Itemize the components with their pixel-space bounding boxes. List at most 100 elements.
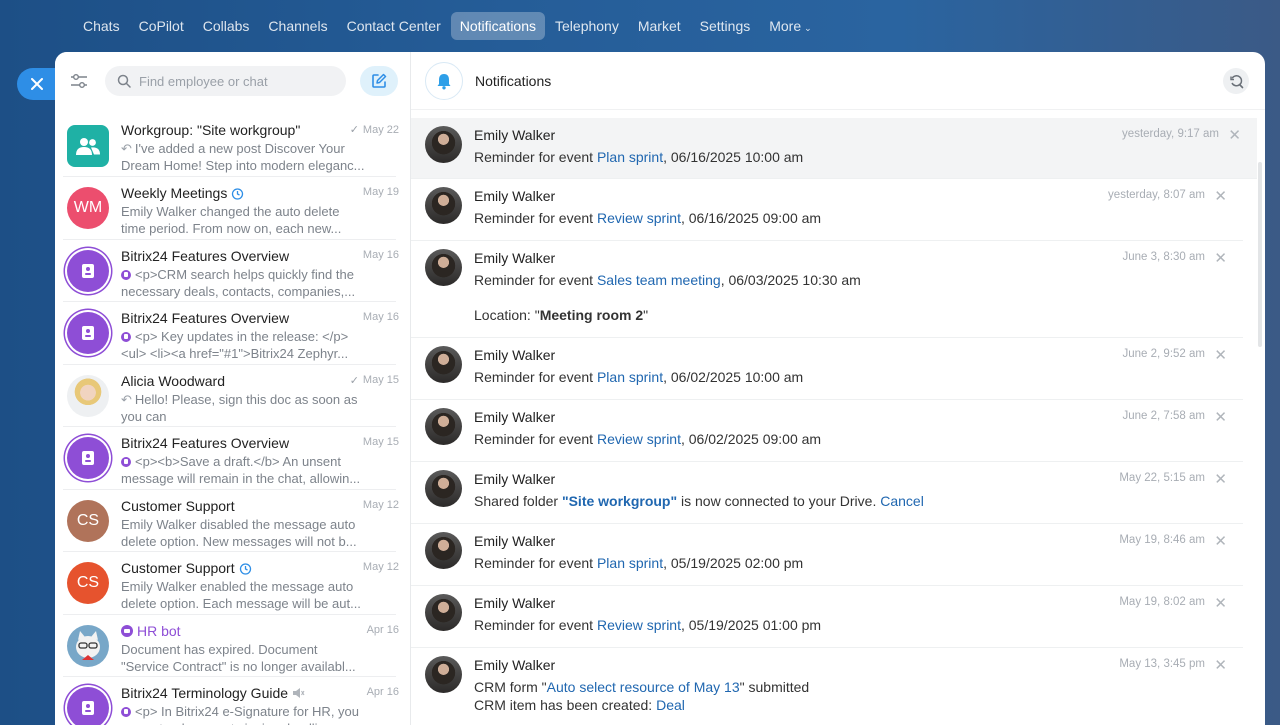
chat-date: May 12 <box>362 561 399 573</box>
chat-preview: <p><b>Save a draft.</b> An unsent messag… <box>121 454 361 486</box>
chat-preview: ↶ I've added a new post Discover Your Dre… <box>121 141 365 173</box>
dismiss-icon[interactable]: ✕ <box>1214 408 1227 426</box>
notification-item[interactable]: Emily Walker CRM form "Auto select resou… <box>411 648 1243 718</box>
event-link[interactable]: Sales team meeting <box>597 272 721 288</box>
notification-item[interactable]: Emily Walker Reminder for event Plan spr… <box>411 524 1243 586</box>
nav-collabs[interactable]: Collabs <box>194 12 259 40</box>
chat-title: Bitrix24 Features Overview <box>121 247 290 264</box>
crm-form-link[interactable]: Auto select resource of May 13 <box>547 679 740 695</box>
notification-time: May 13, 3:45 pm <box>1119 658 1205 670</box>
new-chat-button[interactable] <box>360 66 398 96</box>
chat-date: May 16 <box>362 311 399 323</box>
search-input[interactable] <box>139 73 339 89</box>
messenger-window: Workgroup: "Site workgroup" ✓May 22 ↶I'v… <box>55 52 1265 725</box>
avatar: WM <box>67 187 109 229</box>
chat-preview: <p> Key updates in the release: </p> <ul… <box>121 329 349 361</box>
event-link[interactable]: Review sprint <box>597 431 681 447</box>
chat-item[interactable]: Workgroup: "Site workgroup" ✓ May 22 ↶ I'v… <box>55 110 410 177</box>
chat-item[interactable]: Bitrix24 Features Overview May 16 <p>CRM… <box>55 240 410 303</box>
notification-text: CRM form "Auto select resource of May 13… <box>474 679 810 695</box>
event-link[interactable]: Plan sprint <box>597 149 663 165</box>
user-avatar <box>425 346 462 383</box>
nav-copilot[interactable]: CoPilot <box>130 12 193 40</box>
search-box[interactable] <box>105 66 346 96</box>
scrollbar[interactable] <box>1258 162 1262 347</box>
bell-icon <box>437 73 451 89</box>
nav-market[interactable]: Market <box>629 12 690 40</box>
chat-date: ✓ May 22 <box>349 123 399 137</box>
chat-preview: <p>CRM search helps quickly find the nec… <box>121 266 356 299</box>
timer-icon <box>232 187 244 200</box>
bot-badge-icon <box>121 332 131 342</box>
folder-link[interactable]: "Site workgroup" <box>562 493 677 509</box>
user-avatar <box>425 126 462 163</box>
event-link[interactable]: Review sprint <box>597 617 681 633</box>
compose-icon <box>372 73 387 88</box>
event-link[interactable]: Review sprint <box>597 210 681 226</box>
chat-list: Workgroup: "Site workgroup" ✓ May 22 ↶ I'v… <box>55 110 410 725</box>
notification-item[interactable]: Emily Walker Reminder for event Review s… <box>411 179 1243 241</box>
notification-text: Reminder for event Sales team meeting, 0… <box>474 272 861 288</box>
dismiss-icon[interactable]: ✕ <box>1214 532 1227 550</box>
event-link[interactable]: Plan sprint <box>597 369 663 385</box>
notification-text: Reminder for event Plan sprint, 06/16/20… <box>474 149 804 165</box>
document-icon <box>82 326 94 340</box>
chat-title: Alicia Woodward <box>121 372 226 389</box>
bot-avatar <box>67 687 109 725</box>
chat-title: Bitrix24 Features Overview <box>121 435 290 451</box>
user-avatar <box>425 594 462 631</box>
event-link[interactable]: Plan sprint <box>597 555 663 571</box>
chat-item[interactable]: Bitrix24 Features Overview May 16 <p> Ke… <box>55 302 410 365</box>
close-panel-button[interactable] <box>17 68 57 100</box>
bot-avatar <box>67 249 109 292</box>
notification-search-button[interactable] <box>1223 68 1249 94</box>
chat-item[interactable]: CS Customer Support May 12 Emily Walker … <box>55 552 410 615</box>
dismiss-icon[interactable]: ✕ <box>1214 187 1227 205</box>
chat-date: Apr 16 <box>366 686 399 698</box>
chat-date: May 15 <box>362 436 399 448</box>
nav-notifications[interactable]: Notifications <box>450 12 546 40</box>
chat-item[interactable]: CS Customer Support May 12 Emily Walker … <box>55 490 410 553</box>
chat-item[interactable]: HR bot Apr 16 Document has expired. Docu… <box>55 615 410 678</box>
document-icon <box>82 263 94 278</box>
user-avatar <box>425 187 462 224</box>
chat-item[interactable]: Alicia Woodward ✓ May 15 ↶ Hello! Please, … <box>55 365 410 428</box>
dismiss-icon[interactable]: ✕ <box>1214 470 1227 488</box>
chat-date: May 16 <box>362 248 399 261</box>
nav-contact-center[interactable]: Contact Center <box>338 12 450 40</box>
filter-icon[interactable] <box>69 71 89 91</box>
page-title: Notifications <box>475 72 552 89</box>
notification-item[interactable]: Emily Walker Reminder for event Sales te… <box>411 241 1243 338</box>
dismiss-icon[interactable]: ✕ <box>1214 346 1227 364</box>
dismiss-icon[interactable]: ✕ <box>1214 249 1227 267</box>
notification-item[interactable]: Emily Walker Shared folder "Site workgro… <box>411 462 1243 524</box>
notification-item[interactable]: Emily Walker Reminder for event Plan spr… <box>411 338 1243 400</box>
notification-text-line2: CRM item has been created: Deal <box>474 697 685 713</box>
deal-link[interactable]: Deal <box>656 697 685 713</box>
chat-preview: Emily Walker disabled the message auto d… <box>121 516 357 549</box>
notification-time: May 19, 8:02 am <box>1119 596 1205 608</box>
chat-item[interactable]: Bitrix24 Features Overview May 15 <p><b>… <box>55 427 410 490</box>
notification-time: yesterday, 8:07 am <box>1108 189 1205 201</box>
notification-item[interactable]: Emily Walker Reminder for event Review s… <box>411 400 1243 462</box>
dismiss-icon[interactable]: ✕ <box>1214 594 1227 612</box>
nav-chats[interactable]: Chats <box>74 12 129 40</box>
chat-item[interactable]: Bitrix24 Terminology Guide Apr 16 <p> In… <box>55 677 410 725</box>
chat-item[interactable]: WM Weekly Meetings May 19 Emily Walker c… <box>55 177 410 240</box>
nav-more-label: More <box>769 18 802 34</box>
nav-channels[interactable]: Channels <box>259 12 336 40</box>
nav-telephony[interactable]: Telephony <box>546 12 628 40</box>
nav-settings[interactable]: Settings <box>691 12 760 40</box>
nav-more[interactable]: More ⌄ <box>760 12 820 40</box>
sidebar-header <box>55 52 410 110</box>
notification-item[interactable]: Emily Walker Reminder for event Plan spr… <box>411 118 1257 179</box>
dismiss-icon[interactable]: ✕ <box>1214 656 1227 674</box>
cancel-link[interactable]: Cancel <box>880 493 924 509</box>
dismiss-icon[interactable]: ✕ <box>1228 126 1241 144</box>
chat-preview: Emily Walker changed the auto delete tim… <box>121 204 342 236</box>
document-icon <box>82 451 94 465</box>
muted-icon <box>293 688 305 698</box>
notification-item[interactable]: Emily Walker Reminder for event Review s… <box>411 586 1243 648</box>
chat-title: Bitrix24 Features Overview <box>121 310 290 326</box>
chat-preview: Emily Walker enabled the message auto de… <box>121 579 361 611</box>
